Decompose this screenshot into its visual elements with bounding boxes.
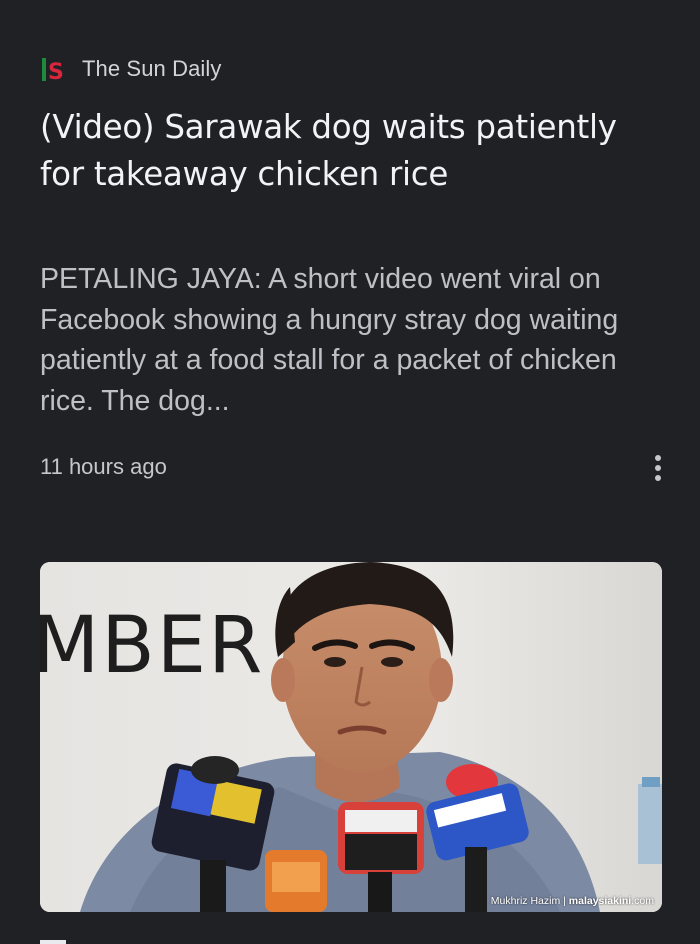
svg-text:S: S xyxy=(48,60,64,84)
article-thumbnail[interactable]: MBER 2 Mukhriz Hazim | malaysiakini.com xyxy=(40,562,662,912)
more-options-button[interactable] xyxy=(640,448,676,488)
article-timestamp: 11 hours ago xyxy=(40,454,167,479)
credit-domain: .com xyxy=(631,895,654,907)
article-snippet: PETALING JAYA: A short video went viral … xyxy=(40,263,619,417)
credit-separator: | xyxy=(560,895,569,907)
photo-credit: Mukhriz Hazim | malaysiakini.com xyxy=(491,895,654,907)
article-headline[interactable]: (Video) Sarawak dog waits patiently for … xyxy=(40,104,650,198)
credit-name: Mukhriz Hazim xyxy=(490,895,561,907)
next-card-edge xyxy=(40,940,66,944)
the-sun-daily-logo-icon: S xyxy=(40,54,68,84)
source-name[interactable]: The Sun Daily xyxy=(82,56,221,82)
credit-site: malaysiakini xyxy=(568,895,632,907)
news-card[interactable]: S The Sun Daily (Video) Sarawak dog wait… xyxy=(0,0,700,944)
source-row: S The Sun Daily xyxy=(40,52,221,86)
thumbnail-photo: MBER 2 xyxy=(40,562,662,912)
